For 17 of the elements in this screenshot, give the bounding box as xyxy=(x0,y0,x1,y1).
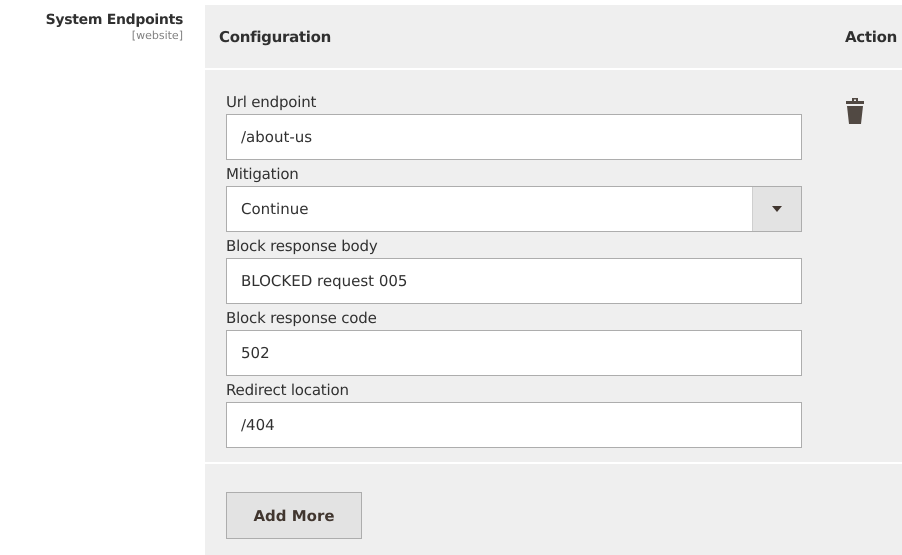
input-field[interactable]: /404 xyxy=(226,402,802,448)
column-header: Configuration xyxy=(219,28,331,46)
field-label: Block response code xyxy=(226,308,378,329)
input-field[interactable]: /about-us xyxy=(226,114,802,160)
field-label: Url endpoint xyxy=(226,92,318,113)
field-label: Mitigation xyxy=(226,164,300,185)
scope-label: [website] xyxy=(130,29,183,42)
input-field[interactable]: BLOCKED request 005 xyxy=(226,258,802,304)
input-field[interactable]: 502 xyxy=(226,330,802,376)
column-header: Action xyxy=(845,28,897,46)
setting-label: System Endpoints xyxy=(44,12,183,28)
caret-icon xyxy=(772,206,782,212)
field-label: Redirect location xyxy=(226,380,350,401)
select-field[interactable]: Continue xyxy=(226,186,802,232)
add-more-button[interactable]: Add More xyxy=(226,492,362,539)
trash-icon[interactable] xyxy=(846,98,864,124)
field-label: Block response body xyxy=(226,236,379,257)
